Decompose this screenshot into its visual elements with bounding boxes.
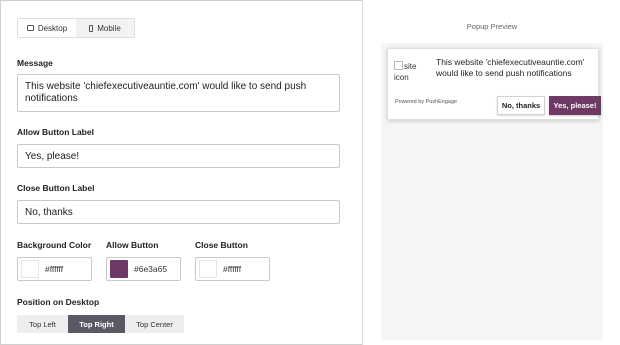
popup-allow-button[interactable]: Yes, please! xyxy=(549,96,601,115)
broken-image-icon xyxy=(394,61,403,70)
device-toggle: Desktop Mobile xyxy=(17,18,135,38)
mobile-icon xyxy=(89,24,94,32)
allow-button-color-label: Allow Button xyxy=(106,240,159,250)
close-button-color-field[interactable]: #ffffff xyxy=(195,257,270,281)
message-label: Message xyxy=(17,58,53,68)
close-button-color-value: #ffffff xyxy=(223,264,242,274)
position-selector: Top Left Top Right Top Center xyxy=(17,315,184,333)
allow-button-color-swatch[interactable] xyxy=(110,260,128,278)
allow-button-label-input[interactable]: Yes, please! xyxy=(17,144,340,168)
preview-title: Popup Preview xyxy=(466,22,518,31)
close-button-label-input[interactable]: No, thanks xyxy=(17,200,340,224)
message-input[interactable]: This website 'chiefexecutiveauntie.com' … xyxy=(17,74,340,112)
mobile-tab[interactable]: Mobile xyxy=(76,19,134,37)
background-color-swatch[interactable] xyxy=(21,260,39,278)
desktop-tab[interactable]: Desktop xyxy=(18,19,76,37)
allow-button-label-label: Allow Button Label xyxy=(17,127,94,137)
position-top-right-button[interactable]: Top Right xyxy=(68,315,125,333)
popup-message: This website 'chiefexecutiveauntie.com' … xyxy=(436,57,585,78)
allow-button-color-value: #6e3a65 xyxy=(134,264,168,274)
mobile-tab-label: Mobile xyxy=(97,23,121,33)
settings-panel: Desktop Mobile Message This website 'chi… xyxy=(0,0,362,345)
desktop-tab-label: Desktop xyxy=(37,23,68,33)
popup-close-button[interactable]: No, thanks xyxy=(497,96,545,115)
close-button-color-label: Close Button xyxy=(195,240,248,250)
position-label: Position on Desktop xyxy=(17,297,100,307)
position-top-center-button[interactable]: Top Center xyxy=(125,315,184,333)
preview-panel: Popup Preview site icon This website 'ch… xyxy=(362,0,620,345)
desktop-icon xyxy=(26,25,34,31)
background-color-field[interactable]: #ffffff xyxy=(17,257,92,281)
close-button-label-label: Close Button Label xyxy=(17,183,95,193)
popup-preview: site icon This website 'chiefexecutiveau… xyxy=(387,48,601,120)
allow-button-color-field[interactable]: #6e3a65 xyxy=(106,257,181,281)
close-button-color-swatch[interactable] xyxy=(199,260,217,278)
site-icon: site icon xyxy=(394,61,424,87)
background-color-value: #ffffff xyxy=(45,264,64,274)
position-top-left-button[interactable]: Top Left xyxy=(17,315,68,333)
background-color-label: Background Color xyxy=(17,240,92,250)
powered-by-text: Powered by PushEngage xyxy=(395,99,458,105)
